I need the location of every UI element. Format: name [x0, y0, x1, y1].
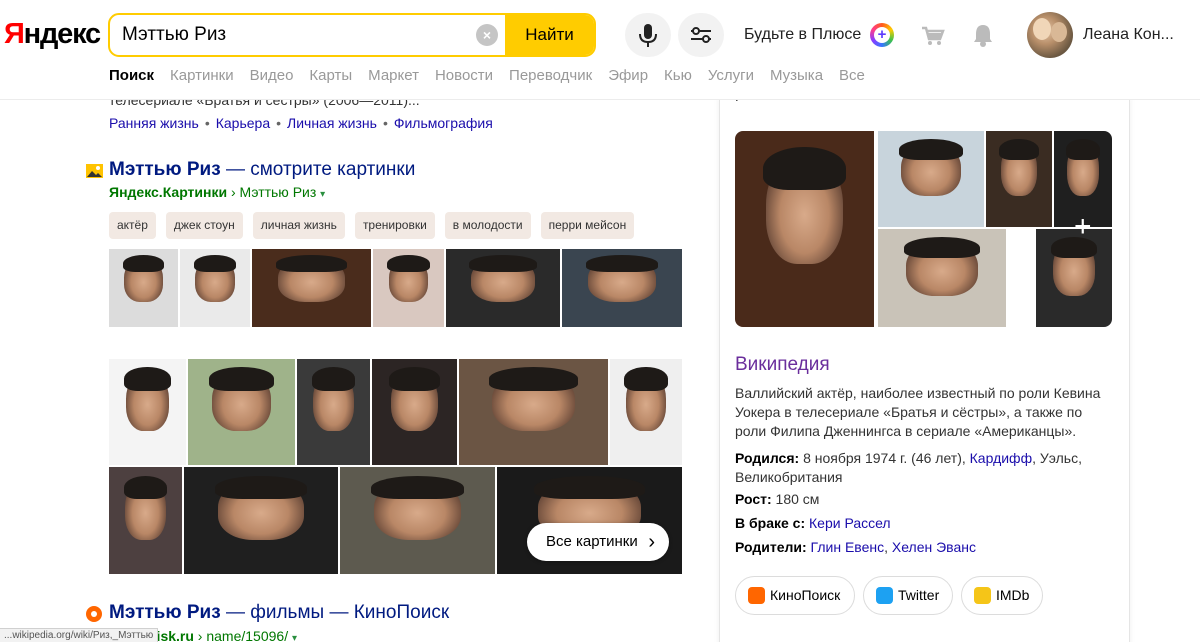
fact-height: Рост: 180 см: [735, 491, 820, 507]
image-thumbnail[interactable]: [188, 359, 295, 465]
born-city-link[interactable]: Кардифф: [970, 450, 1032, 466]
kinopoisk-result-url[interactable]: oisk.ru › name/15096/ ▾: [148, 628, 297, 642]
tab-4[interactable]: Маркет: [368, 67, 419, 89]
images-result-url[interactable]: Яндекс.Картинки › Мэттью Риз ▾: [109, 184, 325, 200]
chevron-right-icon: ›: [648, 531, 655, 553]
entity-gallery: [735, 131, 1112, 327]
profile-link-chip[interactable]: КиноПоиск: [735, 576, 855, 615]
gallery-photo[interactable]: [1036, 229, 1112, 327]
gallery-photo[interactable]: [986, 131, 1052, 227]
cart-icon[interactable]: [920, 24, 946, 48]
image-tag[interactable]: в молодости: [444, 212, 531, 239]
image-tag[interactable]: джек стоун: [165, 212, 243, 239]
tab-5[interactable]: Новости: [435, 67, 493, 89]
image-tag[interactable]: тренировки: [354, 212, 435, 239]
sitelink-0[interactable]: Ранняя жизнь: [109, 115, 199, 131]
tab-6[interactable]: Переводчик: [509, 67, 592, 89]
tab-11[interactable]: Все: [839, 67, 865, 89]
image-thumbnail[interactable]: [446, 249, 560, 327]
parent-link-2[interactable]: Хелен Эванс: [892, 539, 976, 555]
image-result-icon: [86, 164, 103, 178]
tab-9[interactable]: Услуги: [708, 67, 754, 89]
wikipedia-title[interactable]: Википедия: [735, 354, 830, 376]
search-box: × Найти: [108, 13, 596, 57]
fact-parents: Родители: Глин Евенс, Хелен Эванс: [735, 539, 976, 555]
yandex-logo[interactable]: Яндекс: [4, 18, 101, 51]
tab-10[interactable]: Музыка: [770, 67, 823, 89]
status-bar-url: ...wikipedia.org/wiki/Риз,_Мэттью: [0, 628, 159, 642]
image-thumbnail[interactable]: [459, 359, 608, 465]
image-tag[interactable]: перри мейсон: [540, 212, 635, 239]
more-photos-icon[interactable]: +: [1074, 212, 1092, 242]
profile-link-chip[interactable]: IMDb: [961, 576, 1043, 615]
wikipedia-description: Валлийский актёр, наиболее известный по …: [735, 385, 1101, 439]
sliders-icon: [691, 27, 711, 43]
image-thumbnail[interactable]: [109, 467, 182, 574]
image-thumbnail[interactable]: [184, 467, 338, 574]
image-tag[interactable]: актёр: [109, 212, 156, 239]
fact-born: Родился: 8 ноября 1974 г. (46 лет), Кард…: [735, 450, 1082, 485]
all-pictures-button[interactable]: Все картинки ›: [527, 523, 669, 561]
gallery-photo[interactable]: [878, 131, 984, 227]
sitelink-3[interactable]: Фильмография: [394, 115, 493, 131]
image-thumbnail[interactable]: [297, 359, 370, 465]
image-thumbnail[interactable]: [372, 359, 457, 465]
image-thumbnail[interactable]: [252, 249, 371, 327]
site-logo-icon: [876, 587, 893, 604]
kinopoisk-icon: [86, 606, 102, 622]
image-tags: актёр джек стоун личная жизнь тренировки в м…: [109, 212, 644, 239]
fact-spouse: В браке с: Кери Рассел: [735, 515, 891, 531]
search-input[interactable]: [122, 23, 472, 47]
voice-search-button[interactable]: [625, 13, 671, 57]
clear-search-button[interactable]: ×: [476, 24, 498, 46]
image-thumbnail[interactable]: [610, 359, 682, 465]
sitelinks: Ранняя жизнь • Карьера • Личная жизнь • Фильмо…: [109, 115, 493, 131]
image-tag[interactable]: личная жизнь: [252, 212, 345, 239]
image-thumbnail[interactable]: [180, 249, 250, 327]
tab-8[interactable]: Кью: [664, 67, 692, 89]
sitelink-1[interactable]: Карьера: [216, 115, 270, 131]
profile-link-chip[interactable]: Twitter: [863, 576, 953, 615]
avatar[interactable]: [1027, 12, 1073, 58]
plus-logo-icon[interactable]: +: [870, 23, 894, 47]
site-logo-icon: [974, 587, 991, 604]
chip-label: Twitter: [898, 587, 940, 603]
bell-icon[interactable]: [972, 22, 994, 48]
image-thumbnail[interactable]: [562, 249, 682, 327]
sitelink-2[interactable]: Личная жизнь: [287, 115, 377, 131]
tab-1[interactable]: Картинки: [170, 67, 234, 89]
parent-link-1[interactable]: Глин Евенс: [811, 539, 885, 555]
image-thumbnail[interactable]: [340, 467, 495, 574]
image-thumbnail[interactable]: [373, 249, 444, 327]
user-name[interactable]: Леана Кон...: [1083, 26, 1195, 44]
header: Яндекс × Найти Будьте в Плюсе + Леана Ко…: [0, 0, 1200, 100]
chip-label: IMDb: [996, 587, 1030, 603]
spouse-link[interactable]: Кери Рассел: [809, 515, 891, 531]
site-logo-icon: [748, 587, 765, 604]
image-thumbnail[interactable]: [109, 249, 178, 327]
tab-7[interactable]: Эфир: [608, 67, 648, 89]
gallery-photo[interactable]: [735, 131, 874, 327]
sitelink-separator: •: [276, 115, 282, 131]
search-settings-button[interactable]: [678, 13, 724, 57]
images-result-title[interactable]: Мэттью Риз — смотрите картинки: [109, 159, 415, 181]
tab-3[interactable]: Карты: [309, 67, 352, 89]
search-tabs: Поиск Картинки Видео Карты Маркет Новости Пере…: [109, 67, 881, 89]
tab-0[interactable]: Поиск: [109, 67, 154, 89]
image-thumbnail[interactable]: [109, 359, 186, 465]
gallery-photo[interactable]: [878, 229, 1006, 327]
chip-label: КиноПоиск: [770, 587, 841, 603]
sitelink-separator: •: [382, 115, 388, 131]
plus-promo-link[interactable]: Будьте в Плюсе: [744, 26, 861, 44]
sitelink-separator: •: [204, 115, 210, 131]
tab-2[interactable]: Видео: [250, 67, 294, 89]
microphone-icon: [639, 24, 657, 47]
kinopoisk-result-title[interactable]: Мэттью Риз — фильмы — КиноПоиск: [109, 602, 449, 624]
find-button[interactable]: Найти: [505, 15, 594, 55]
